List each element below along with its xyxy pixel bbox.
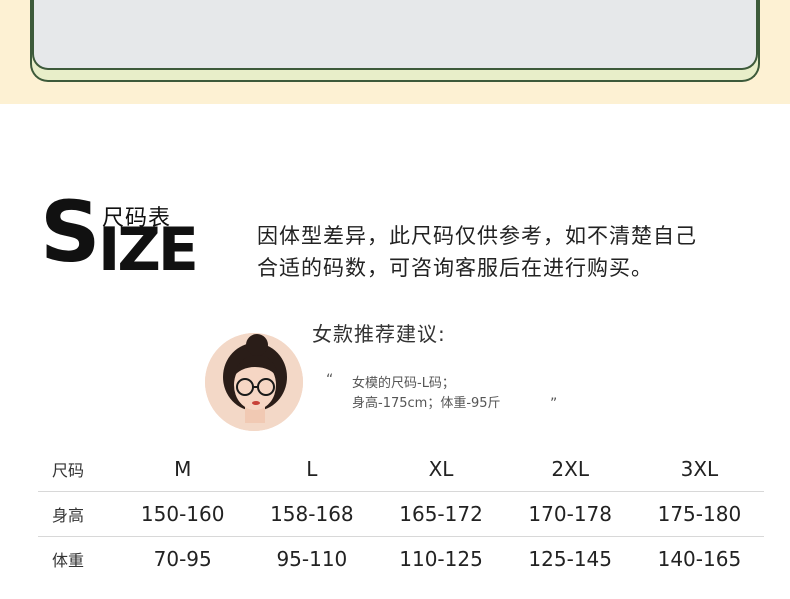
table-cell: 165-172 [376,491,506,537]
size-table: 尺码 M L XL 2XL 3XL 身高 150-160 158-168 165… [38,447,764,581]
model-size-text: 女模的尺码-L码； [352,376,455,391]
row-label: 尺码 [38,447,119,492]
row-label: 体重 [52,551,85,570]
table-cell: 70-95 [153,547,212,571]
notice-line-1: 因体型差异，此尺码仅供参考，如不清楚自己 [257,224,697,248]
quote-open-mark: “ [326,372,334,388]
model-avatar [205,333,303,431]
logo-letter-s: S [40,183,100,281]
size-notice: 因体型差异，此尺码仅供参考，如不清楚自己 合适的码数，可咨询客服后在进行购买。 [257,220,757,284]
notice-line-2: 合适的码数，可咨询客服后在进行购买。 [257,256,653,280]
table-cell: XL [376,447,506,492]
table-cell: 150-160 [118,491,248,537]
model-measurements-text: 身高-175cm；体重-95斤 [352,396,501,411]
top-card-panel [32,0,758,70]
row-label: 身高 [38,491,119,537]
table-cell: 175-180 [634,491,764,537]
table-cell: L [247,447,377,492]
quote-close-mark: ” [550,396,558,412]
table-cell: M [118,447,248,492]
table-cell: 170-178 [505,491,635,537]
logo-chinese-title: 尺码表 [102,206,172,231]
table-cell: 3XL [634,447,764,492]
recommendation-title: 女款推荐建议: [312,322,446,346]
table-cell: 2XL [505,447,635,492]
table-cell: 95-110 [276,547,348,571]
table-cell: 125-145 [528,547,612,571]
table-row-weight: 体重 70-95 95-110 110-125 125-145 140-165 [38,537,764,582]
table-row-height: 身高 150-160 158-168 165-172 170-178 175-1… [38,491,764,537]
size-chart-logo: S IZE 尺码表 [40,190,200,280]
table-cell: 110-125 [399,547,483,571]
table-row-size: 尺码 M L XL 2XL 3XL [38,447,764,492]
top-banner [0,0,790,104]
table-cell: 158-168 [247,491,377,537]
table-cell: 140-165 [657,547,742,571]
model-portrait-icon [205,333,303,431]
